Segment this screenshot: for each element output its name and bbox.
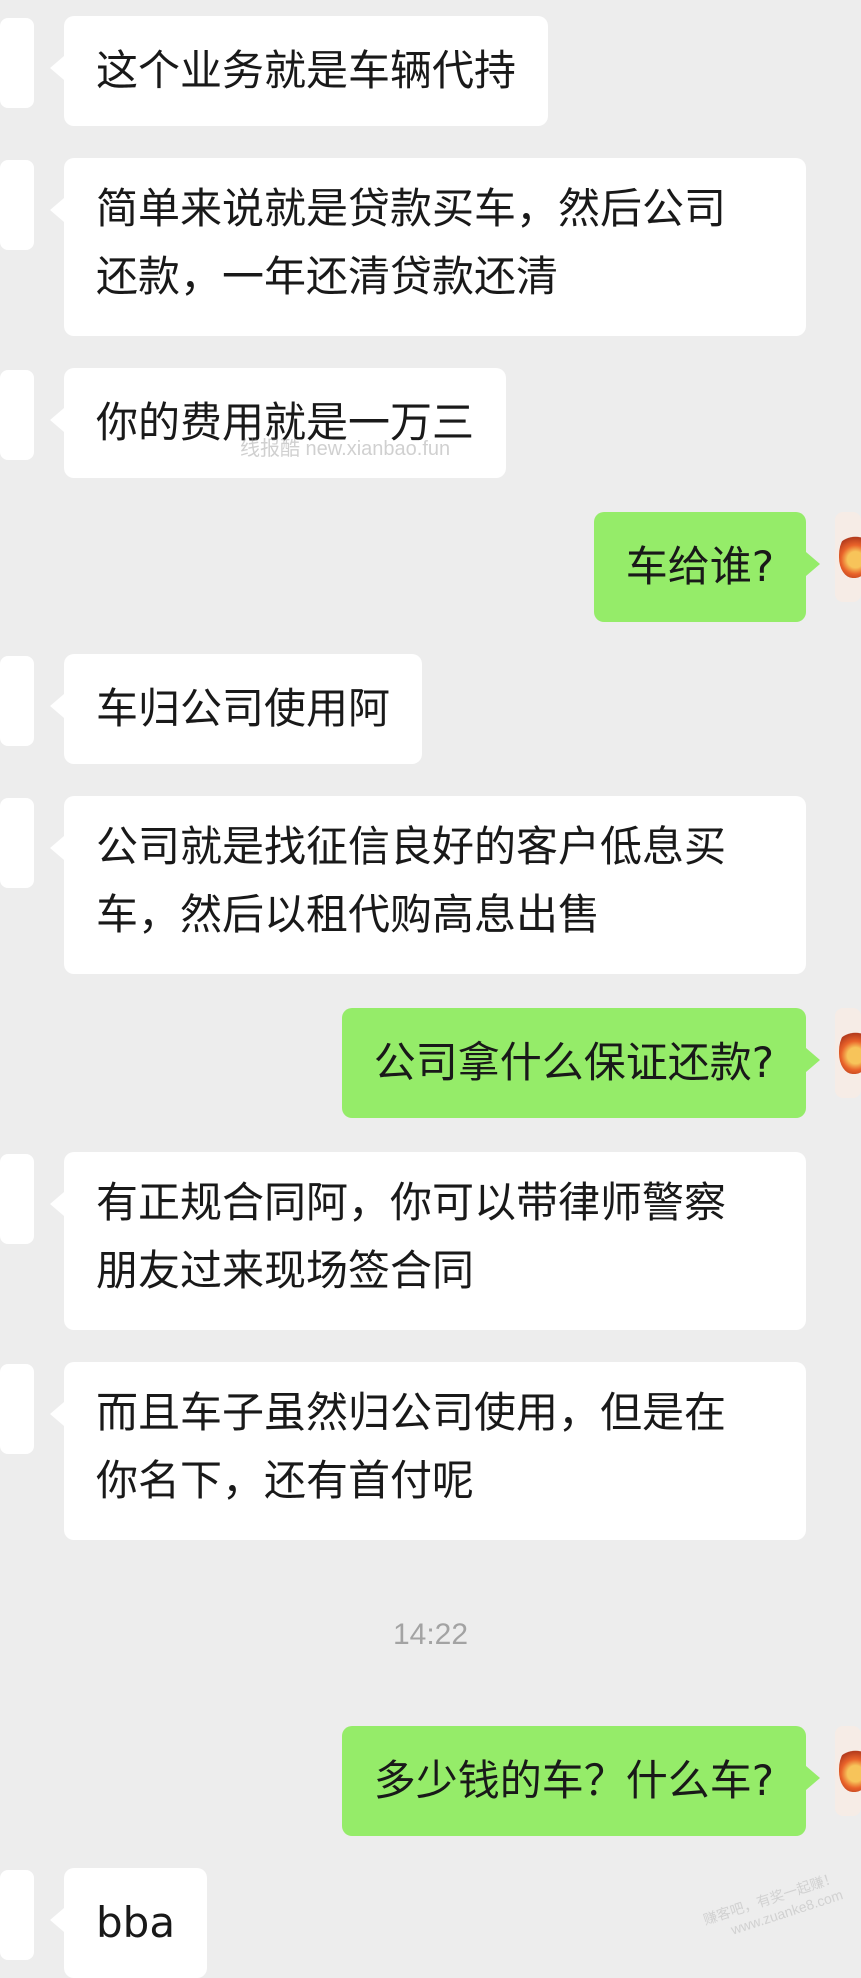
- message-bubble-incoming[interactable]: bba: [49, 1868, 208, 1978]
- message-text: 公司拿什么保证还款?: [373, 1038, 774, 1087]
- message-text: 车给谁?: [625, 542, 774, 591]
- sender-avatar[interactable]: [0, 656, 34, 746]
- message-bubble-incoming[interactable]: 你的费用就是一万三: [49, 368, 507, 478]
- message-text: 公司就是找征信良好的客户低息买 车，然后以租代购高息出售: [96, 822, 727, 939]
- message-text: 有正规合同阿，你可以带律师警察 朋友过来现场签合同: [96, 1178, 727, 1295]
- sender-avatar[interactable]: [0, 1364, 34, 1454]
- chat-area[interactable]: 这个业务就是车辆代持 简单来说就是贷款买车，然后公司 还款，一年还清贷款还清 你…: [0, 0, 861, 1978]
- message-bubble-outgoing[interactable]: 公司拿什么保证还款?: [341, 1008, 821, 1118]
- flame-avatar-icon: [839, 1028, 861, 1074]
- flame-avatar-icon: [839, 532, 861, 578]
- message-bubble-incoming[interactable]: 公司就是找征信良好的客户低息买 车，然后以租代购高息出售: [50, 796, 806, 974]
- message-timestamp: 14:22: [392, 1618, 469, 1651]
- sender-avatar[interactable]: [0, 160, 34, 250]
- message-bubble-incoming[interactable]: 简单来说就是贷款买车，然后公司 还款，一年还清贷款还清: [50, 158, 806, 336]
- sender-avatar[interactable]: [0, 18, 34, 108]
- message-text: 简单来说就是贷款买车，然后公司 还款，一年还清贷款还清: [96, 184, 727, 301]
- message-bubble-incoming[interactable]: 这个业务就是车辆代持: [49, 16, 549, 126]
- message-bubble-outgoing[interactable]: 车给谁?: [593, 512, 821, 622]
- message-text: 而且车子虽然归公司使用，但是在 你名下，还有首付呢: [96, 1388, 727, 1505]
- user-avatar[interactable]: [835, 1008, 861, 1098]
- site-watermark: 线报酷 new.xianbao.fun: [240, 438, 451, 460]
- message-bubble-incoming[interactable]: 而且车子虽然归公司使用，但是在 你名下，还有首付呢: [50, 1362, 806, 1540]
- sender-avatar[interactable]: [0, 1870, 34, 1960]
- message-text: 多少钱的车？什么车?: [373, 1756, 774, 1805]
- message-bubble-incoming[interactable]: 有正规合同阿，你可以带律师警察 朋友过来现场签合同: [50, 1152, 806, 1330]
- message-text: 这个业务就是车辆代持: [96, 46, 517, 95]
- user-avatar[interactable]: [835, 1726, 861, 1816]
- message-bubble-outgoing[interactable]: 多少钱的车？什么车?: [341, 1726, 821, 1836]
- sender-avatar[interactable]: [0, 798, 34, 888]
- message-text: 车归公司使用阿: [96, 684, 391, 733]
- sender-avatar[interactable]: [0, 1154, 34, 1244]
- user-avatar[interactable]: [835, 512, 861, 602]
- message-bubble-incoming[interactable]: 车归公司使用阿: [49, 654, 423, 764]
- flame-avatar-icon: [839, 1746, 861, 1792]
- corner-watermark: 赚客吧，有奖一起赚！ www.zuanke8.com: [701, 1869, 845, 1938]
- sender-avatar[interactable]: [0, 370, 34, 460]
- message-text: bba: [96, 1898, 176, 1947]
